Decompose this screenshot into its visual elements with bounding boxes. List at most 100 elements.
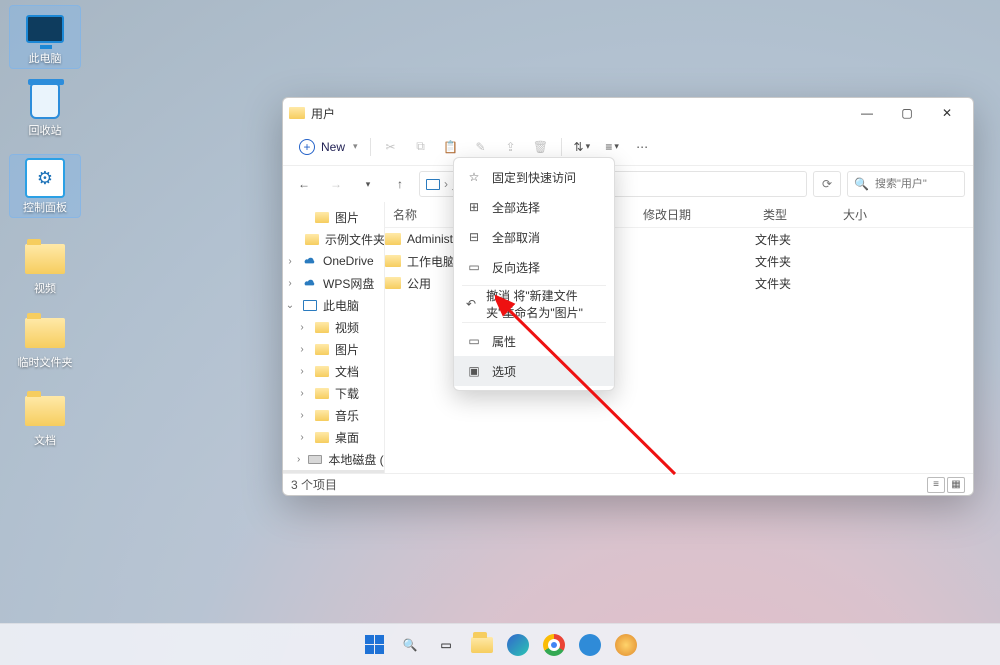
- desktop-icon-folder-3[interactable]: 文档: [10, 390, 80, 448]
- status-text: 3 个项目: [291, 476, 337, 493]
- desktop-icon-folder-2[interactable]: 临时文件夹: [10, 312, 80, 370]
- view-switcher[interactable]: ≡ ▦: [927, 477, 965, 493]
- up-button[interactable]: ↑: [387, 171, 413, 197]
- cloud-icon: [303, 256, 317, 266]
- col-type[interactable]: 类型: [755, 206, 835, 223]
- context-menu-label: 选项: [492, 363, 516, 380]
- desktop-icon-label: 临时文件夹: [18, 357, 73, 370]
- context-menu-invert[interactable]: ▭ 反向选择: [454, 252, 614, 282]
- desktop-icon-this-pc[interactable]: 此电脑: [10, 6, 80, 68]
- chevron-icon: ›: [297, 322, 307, 333]
- context-menu: ☆固定到快速访问⊞全部选择⊟全部取消 ▭ 反向选择 ↶ 撤消 将"新建文件夹"重命名为"…: [453, 157, 615, 391]
- desktop[interactable]: 此电脑 回收站 ⚙ 控制面板 视频 临时文件夹 文档 用户 — ▢ ✕ + N: [0, 0, 1000, 665]
- folder-icon: [385, 277, 401, 289]
- close-button[interactable]: ✕: [927, 99, 967, 127]
- start-button[interactable]: [360, 631, 388, 659]
- file-name: 公用: [407, 275, 431, 292]
- details-view-icon[interactable]: ≡: [927, 477, 945, 493]
- sidebar-item[interactable]: ›文档: [283, 360, 384, 382]
- chevron-icon: ›: [297, 432, 307, 443]
- taskbar-app-chrome[interactable]: [540, 631, 568, 659]
- sidebar-item-label: 此电脑: [323, 297, 359, 314]
- undo-icon: ↶: [466, 296, 476, 312]
- sidebar-item[interactable]: ›本地磁盘 (C:): [283, 448, 384, 470]
- file-type: 文件夹: [755, 231, 835, 248]
- cut-button: ✂: [377, 133, 405, 161]
- monitor-icon: [26, 15, 64, 43]
- pc-icon: [426, 179, 440, 190]
- sidebar-item[interactable]: ›WPS网盘: [283, 272, 384, 294]
- sidebar-item[interactable]: ›图片: [283, 338, 384, 360]
- sidebar-item[interactable]: 图片: [283, 206, 384, 228]
- desktop-icon-label: 此电脑: [29, 53, 62, 66]
- refresh-button[interactable]: ⟳: [813, 171, 841, 197]
- sidebar-item[interactable]: ›下载: [283, 382, 384, 404]
- sidebar-item[interactable]: 示例文件夹: [283, 228, 384, 250]
- desktop-icon-recycle-bin[interactable]: 回收站: [10, 80, 80, 138]
- context-menu-pin[interactable]: ☆固定到快速访问: [454, 162, 614, 192]
- control-panel-icon: ⚙: [25, 158, 65, 198]
- taskbar-app-2[interactable]: [612, 631, 640, 659]
- taskbar-app-edge[interactable]: [504, 631, 532, 659]
- sidebar-item-label: 桌面: [335, 429, 359, 446]
- folder-icon: [385, 233, 401, 245]
- toolbar: + New ▾ ✂ ⧉ 📋 ✎ ⇪ 🗑 ⇅▾ ≡▾ ⋯: [283, 128, 973, 166]
- sidebar-item[interactable]: ⌄ 此电脑: [283, 294, 384, 316]
- folder-icon: [25, 244, 65, 274]
- new-button-label: New: [321, 140, 345, 154]
- chevron-right-icon: ›: [444, 177, 448, 191]
- recent-button[interactable]: ▾: [355, 171, 381, 197]
- recycle-bin-icon: [30, 83, 60, 119]
- chevron-icon: ›: [297, 344, 307, 355]
- context-menu-label: 全部取消: [492, 229, 540, 246]
- titlebar[interactable]: 用户 — ▢ ✕: [283, 98, 973, 128]
- more-button[interactable]: ⋯: [628, 133, 656, 161]
- file-type: 文件夹: [755, 275, 835, 292]
- col-date[interactable]: 修改日期: [635, 206, 755, 223]
- forward-button: →: [323, 171, 349, 197]
- desktop-icon-control-panel[interactable]: ⚙ 控制面板: [10, 155, 80, 217]
- folder-icon: [315, 432, 329, 443]
- taskbar-app-1[interactable]: [576, 631, 604, 659]
- sidebar-item[interactable]: ›OneDrive: [283, 250, 384, 272]
- back-button[interactable]: ←: [291, 171, 317, 197]
- chevron-icon: ⌄: [285, 300, 295, 311]
- sidebar-item-label: 下载: [335, 385, 359, 402]
- context-menu-label: 反向选择: [492, 259, 540, 276]
- properties-icon: ▭: [466, 333, 482, 349]
- status-bar: 3 个项目 ≡ ▦: [283, 473, 973, 495]
- taskbar-app-explorer[interactable]: [468, 631, 496, 659]
- minimize-button[interactable]: —: [847, 99, 887, 127]
- search-input[interactable]: [875, 178, 955, 190]
- sidebar-item[interactable]: ›音乐: [283, 404, 384, 426]
- sidebar-item[interactable]: › 桌面: [283, 426, 384, 448]
- search-button[interactable]: 🔍: [396, 631, 424, 659]
- taskbar[interactable]: 🔍 ▭: [0, 623, 1000, 665]
- new-button[interactable]: + New ▾: [293, 133, 364, 161]
- col-size[interactable]: 大小: [835, 206, 895, 223]
- sidebar-item[interactable]: ›视频: [283, 316, 384, 338]
- maximize-button[interactable]: ▢: [887, 99, 927, 127]
- context-menu-label: 撤消 将"新建文件夹"重命名为"图片": [486, 287, 602, 321]
- context-menu-label: 属性: [492, 333, 516, 350]
- plus-icon: +: [299, 139, 315, 155]
- sidebar-item-label: 示例文件夹: [325, 231, 385, 248]
- desktop-icon-label: 回收站: [29, 125, 62, 138]
- grid-view-icon[interactable]: ▦: [947, 477, 965, 493]
- task-view-button[interactable]: ▭: [432, 631, 460, 659]
- folder-icon: [315, 366, 329, 377]
- folder-icon: [25, 318, 65, 348]
- context-menu-label: 固定到快速访问: [492, 169, 576, 186]
- chevron-down-icon: ▾: [353, 141, 358, 152]
- invert-icon: ▭: [466, 259, 482, 275]
- navigation-pane[interactable]: 图片示例文件夹›OneDrive›WPS网盘⌄此电脑›视频›图片›文档›下载›音…: [283, 202, 385, 473]
- search-box[interactable]: 🔍: [847, 171, 965, 197]
- context-menu-properties[interactable]: ▭ 属性: [454, 326, 614, 356]
- context-menu-options[interactable]: ▣选项: [454, 356, 614, 386]
- context-menu-select-none[interactable]: ⊟全部取消: [454, 222, 614, 252]
- context-menu-select-all[interactable]: ⊞全部选择: [454, 192, 614, 222]
- desktop-icon-folder-1[interactable]: 视频: [10, 238, 80, 296]
- drive-icon: [308, 455, 322, 464]
- folder-icon: [305, 234, 319, 245]
- context-menu-undo[interactable]: ↶ 撤消 将"新建文件夹"重命名为"图片": [454, 289, 614, 319]
